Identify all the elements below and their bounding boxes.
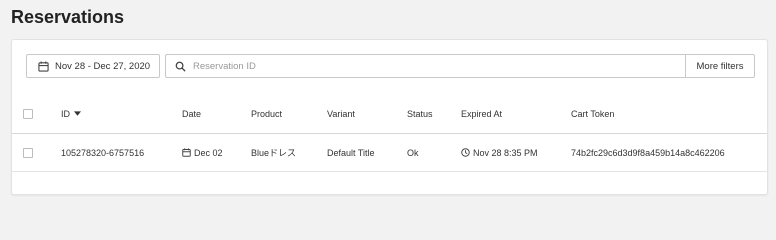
row-expired-at: Nov 28 8:35 PM <box>461 134 538 171</box>
column-header-expired-at: Expired At <box>461 108 503 119</box>
column-header-status: Status <box>407 108 433 119</box>
column-header-date: Date <box>182 108 202 119</box>
column-header-variant: Variant <box>327 108 355 119</box>
row-status: Ok <box>407 147 419 158</box>
row-date: Dec 02 <box>182 134 223 171</box>
row-cart-token: 74b2fc29c6d3d9f8a459b14a8c462206 <box>571 147 725 158</box>
date-range-picker[interactable]: Nov 28 - Dec 27, 2020 <box>26 54 160 78</box>
row-checkbox[interactable] <box>23 148 33 158</box>
column-header-id[interactable]: ID <box>61 94 81 133</box>
caret-down-icon <box>74 111 81 116</box>
column-header-product: Product <box>251 108 283 119</box>
table-header: ID Date Product Variant Status Expired A… <box>12 94 767 134</box>
search-input[interactable] <box>193 60 673 72</box>
column-header-cart-token: Cart Token <box>571 108 615 119</box>
table-row[interactable]: 105278320-6757516 Dec 02 Blueドレス Default… <box>12 134 767 172</box>
select-all-checkbox[interactable] <box>23 109 33 119</box>
clock-icon <box>461 148 470 157</box>
search-box[interactable] <box>165 54 685 78</box>
reservations-card: Nov 28 - Dec 27, 2020 More filters ID Da… <box>11 39 768 195</box>
calendar-icon <box>38 60 49 72</box>
row-id: 105278320-6757516 <box>61 147 145 158</box>
row-variant: Default Title <box>327 147 375 158</box>
date-range-label: Nov 28 - Dec 27, 2020 <box>55 60 151 72</box>
search-icon <box>175 61 186 72</box>
page-title: Reservations <box>11 7 125 27</box>
row-product: Blueドレス <box>251 148 297 158</box>
calendar-icon <box>182 148 191 157</box>
more-filters-button[interactable]: More filters <box>685 54 755 78</box>
